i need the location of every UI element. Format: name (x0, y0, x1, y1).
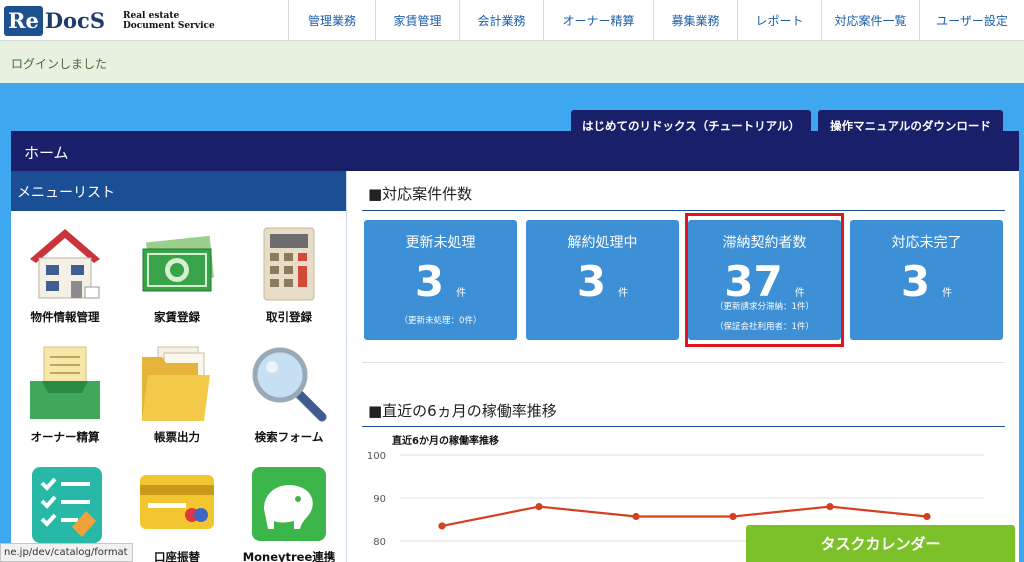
logo-re-text: Re (4, 5, 43, 36)
card-count: 3件 (526, 256, 679, 308)
menu-item-rent-registration[interactable]: 家賃登録 (127, 225, 227, 325)
menu-item-property[interactable]: 物件情報管理 (15, 225, 115, 325)
main-nav: 管理業務 家賃管理 会計業務 オーナー精算 募集業務 レポート 対応案件一覧 ユ… (288, 0, 1024, 40)
nav-item-owner-settlement[interactable]: オーナー精算 (543, 0, 653, 40)
nav-item-recruitment[interactable]: 募集業務 (653, 0, 737, 40)
chart-data-point (826, 503, 834, 511)
login-status-bar: ログインしました (0, 41, 1024, 83)
occupancy-section-rule (362, 426, 1005, 427)
menu-list: メニューリスト 物件情報管理 家賃登録 取引登録 オーナー精算 帳票出力 検索フ… (11, 171, 347, 562)
nav-item-cases[interactable]: 対応案件一覧 (821, 0, 919, 40)
redocs-logo[interactable]: Re DocS Real estate Document Service (4, 4, 215, 37)
chart-title: 直近6か月の稼働率推移 (392, 434, 499, 447)
nav-item-report[interactable]: レポート (737, 0, 821, 40)
chart-data-point (632, 512, 640, 521)
chart-data-point (729, 512, 737, 521)
menu-item-transaction[interactable]: 取引登録 (239, 225, 339, 325)
menu-item-owner-settlement[interactable]: オーナー精算 (15, 345, 115, 445)
magnifier-icon (252, 347, 327, 422)
card-note: （更新未処理：0件） (399, 316, 482, 326)
menu-label-form-output: 帳票出力 (154, 430, 200, 444)
count-value: 3 (900, 257, 931, 306)
card-cancellation-in-progress[interactable]: 解約処理中 3件 (526, 220, 679, 340)
menu-label-moneytree: Moneytree連携 (242, 550, 336, 562)
logo-subtitle: Real estate Document Service (123, 10, 215, 31)
elephant-icon (252, 467, 326, 541)
chart-data-point (923, 512, 931, 521)
section-divider (362, 362, 1005, 363)
nav-item-rent[interactable]: 家賃管理 (375, 0, 459, 40)
chart-y-tick-label: 90 (373, 494, 386, 505)
menu-label-property: 物件情報管理 (30, 310, 100, 324)
menu-label-account-transfer: 口座振替 (154, 550, 200, 562)
menu-item-moneytree[interactable]: Moneytree連携 (239, 465, 339, 562)
login-message: ログインしました (11, 57, 108, 71)
house-icon (30, 229, 100, 299)
cases-section-rule (362, 210, 1005, 211)
money-icon (142, 235, 215, 292)
count-unit: 件 (942, 288, 953, 299)
count-value: 3 (414, 257, 445, 306)
card-label: 解約処理中 (567, 235, 638, 251)
menu-label-transaction: 取引登録 (266, 310, 312, 324)
cases-section-title: ■対応案件件数 (368, 185, 473, 203)
credit-card-icon (140, 475, 214, 529)
checklist-icon (32, 467, 102, 543)
menu-item-checklist[interactable] (15, 465, 115, 549)
chart-y-tick-label: 80 (373, 537, 386, 548)
page-title: ホーム (24, 144, 69, 162)
nav-item-accounting[interactable]: 会計業務 (459, 0, 543, 40)
count-unit: 件 (618, 288, 629, 299)
menu-item-form-output[interactable]: 帳票出力 (127, 345, 227, 445)
card-count: 3件 (364, 256, 517, 308)
nav-item-management[interactable]: 管理業務 (288, 0, 375, 40)
calculator-icon (263, 227, 315, 301)
folder-icon (142, 346, 210, 421)
nav-item-user-settings[interactable]: ユーザー設定 (919, 0, 1024, 40)
menu-item-account-transfer[interactable]: 口座振替 (127, 465, 227, 562)
occupancy-section-title: ■直近の6ヵ月の稼働率推移 (368, 402, 557, 420)
document-tray-icon (30, 346, 100, 419)
count-value: 3 (576, 257, 607, 306)
chart-data-point (535, 503, 543, 511)
card-label: 対応未完了 (891, 235, 962, 251)
highlight-box (685, 213, 844, 347)
card-incomplete-actions[interactable]: 対応未完了 3件 (850, 220, 1003, 340)
home-title-bar: ホーム (11, 131, 1019, 171)
url-tooltip: ne.jp/dev/catalog/format (0, 543, 133, 562)
menu-label-owner-settlement: オーナー精算 (30, 430, 100, 444)
chart-data-point (438, 522, 446, 530)
menu-item-search-form[interactable]: 検索フォーム (239, 345, 339, 445)
chart-y-tick-label: 100 (367, 451, 386, 462)
card-count: 3件 (850, 256, 1003, 308)
menu-label-rent-registration: 家賃登録 (154, 310, 200, 324)
card-renewal-pending[interactable]: 更新未処理 3件 （更新未処理：0件） (364, 220, 517, 340)
logo-docs-text: DocS (44, 7, 105, 33)
menu-list-title: メニューリスト (11, 171, 346, 211)
task-calendar-button[interactable]: タスクカレンダー (746, 525, 1015, 562)
count-unit: 件 (456, 288, 467, 299)
menu-label-search-form: 検索フォーム (254, 430, 324, 444)
app-header: Re DocS Real estate Document Service 管理業… (0, 0, 1024, 41)
card-label: 更新未処理 (405, 235, 476, 251)
chart-series-line (441, 505, 928, 528)
